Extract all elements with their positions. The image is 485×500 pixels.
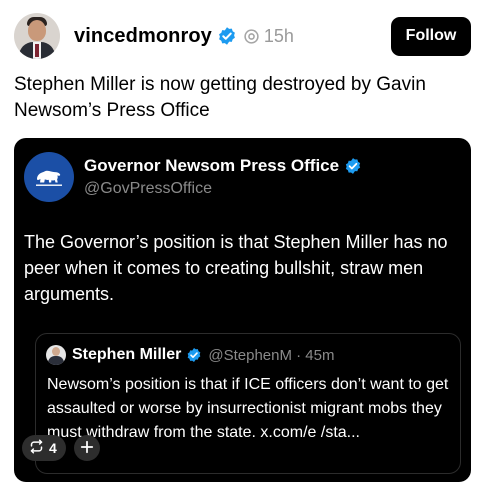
california-bear-icon[interactable] bbox=[24, 152, 74, 202]
post-header: vincedmonroy 15h Follow bbox=[14, 12, 471, 60]
follow-button[interactable]: Follow bbox=[391, 16, 471, 56]
post-actions: 4 bbox=[22, 435, 100, 461]
quoted-author-handle: @GovPressOffice bbox=[84, 180, 212, 197]
quoted-post-card[interactable]: Governor Newsom Press Office @GovPressOf… bbox=[14, 138, 471, 482]
avatar-tie bbox=[35, 44, 39, 57]
verified-badge-icon bbox=[344, 157, 362, 175]
quoted-author-name[interactable]: Governor Newsom Press Office bbox=[84, 156, 362, 176]
nested-author-name[interactable]: Stephen Miller bbox=[72, 346, 181, 364]
author-username[interactable]: vincedmonroy bbox=[74, 25, 212, 48]
plus-icon bbox=[80, 440, 94, 457]
threads-crosspost-icon bbox=[243, 28, 260, 45]
nested-author-avatar bbox=[46, 345, 66, 365]
quoted-author-name-text: Governor Newsom Press Office bbox=[84, 156, 340, 175]
repost-icon bbox=[29, 439, 44, 457]
quoted-post-text: The Governor’s position is that Stephen … bbox=[24, 232, 448, 304]
nested-quote-text: Newsom’s position is that if ICE officer… bbox=[47, 376, 449, 441]
post-timestamp: 15h bbox=[263, 25, 294, 46]
avatar-face bbox=[52, 347, 60, 356]
verified-badge-icon bbox=[186, 347, 202, 363]
nested-quote-header: Stephen Miller @StephenM · 45m bbox=[72, 346, 334, 364]
avatar-face bbox=[28, 20, 46, 41]
add-button[interactable] bbox=[73, 435, 100, 461]
repost-count: 4 bbox=[49, 440, 57, 456]
nested-author-handle-time: @StephenM · 45m bbox=[208, 346, 335, 364]
post-text: Stephen Miller is now getting destroyed … bbox=[14, 74, 426, 121]
avatar-suit bbox=[48, 356, 64, 365]
author-info: vincedmonroy 15h bbox=[74, 25, 391, 48]
verified-badge-icon bbox=[217, 26, 237, 46]
repost-button[interactable]: 4 bbox=[22, 435, 66, 461]
author-avatar[interactable] bbox=[14, 13, 60, 59]
